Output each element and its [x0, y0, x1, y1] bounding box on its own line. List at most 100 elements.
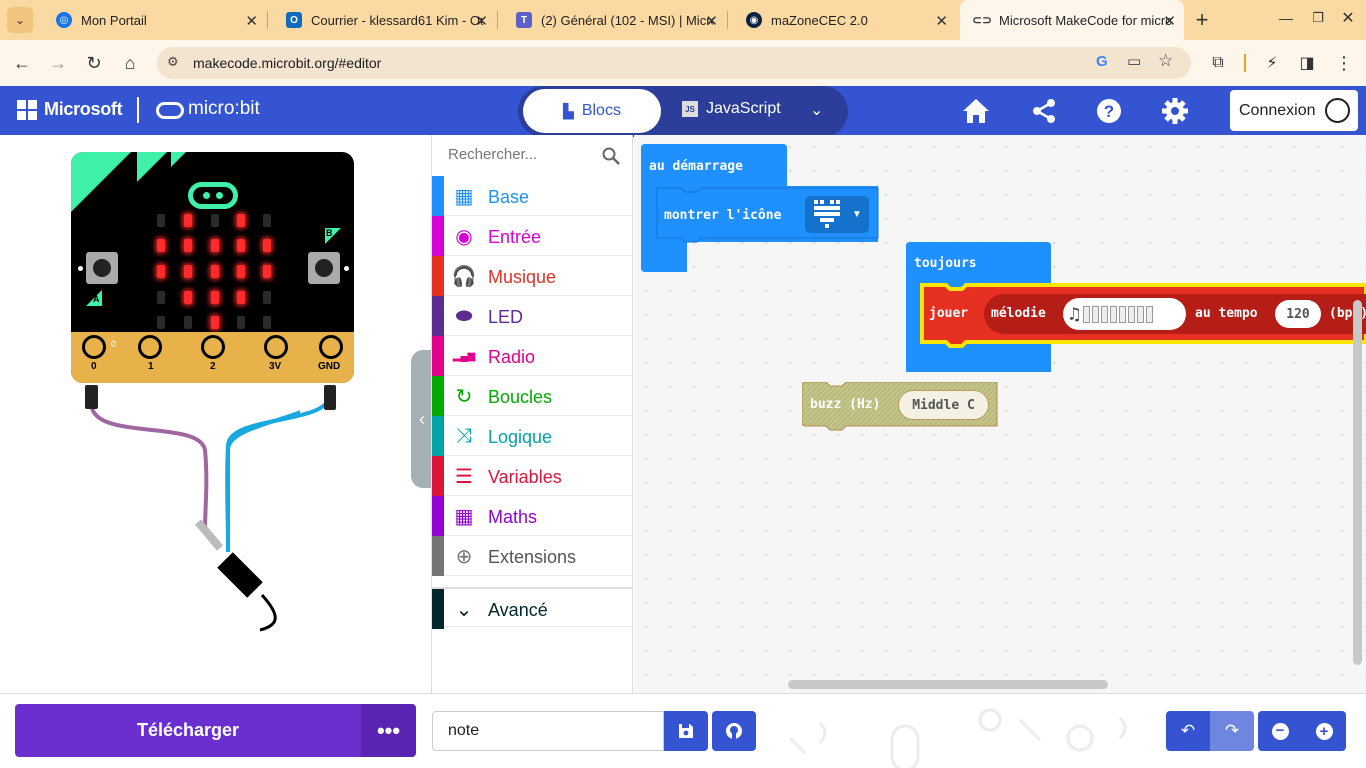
- browser-menu-icon[interactable]: ⋮: [1331, 50, 1357, 76]
- microsoft-logo-icon[interactable]: [17, 100, 37, 120]
- share-icon[interactable]: [1030, 97, 1058, 125]
- download-button[interactable]: Télécharger: [15, 704, 361, 757]
- led-1-4: [263, 239, 271, 252]
- toolbox-category-maths[interactable]: ▦ Maths: [432, 496, 632, 536]
- extension-puzzle-icon[interactable]: ⚡: [1259, 50, 1285, 76]
- blocks-workspace[interactable]: au démarrage montrer l'icône ▼ toujours …: [634, 135, 1366, 693]
- microbit-board[interactable]: A B 0 1 2 3V GND 0: [71, 152, 354, 383]
- product-name[interactable]: micro:bit: [188, 98, 260, 120]
- reload-icon[interactable]: ↻: [81, 50, 107, 76]
- close-tab-icon[interactable]: ✕: [935, 12, 948, 30]
- mode-dropdown-chevron-icon[interactable]: ⌄: [810, 100, 823, 120]
- url-text[interactable]: makecode.microbit.org/#editor: [193, 55, 381, 71]
- more-options-button[interactable]: •••: [361, 704, 416, 757]
- pin-2[interactable]: [201, 335, 225, 359]
- workspace-horizontal-scrollbar[interactable]: [788, 680, 1108, 689]
- brand-name[interactable]: Microsoft: [44, 99, 123, 120]
- help-icon[interactable]: ?: [1095, 97, 1123, 125]
- workspace-vertical-scrollbar[interactable]: [1353, 300, 1362, 665]
- javascript-mode-button[interactable]: JS JavaScript: [682, 100, 781, 118]
- zoom-out-button[interactable]: −: [1258, 711, 1302, 751]
- browser-tab[interactable]: O Courrier - klessard61 Kim - Ou ✕: [272, 0, 496, 40]
- led-4-1: [184, 316, 192, 329]
- home-button-icon[interactable]: [962, 97, 990, 125]
- undo-icon: ↶: [1180, 721, 1196, 740]
- window-close-icon[interactable]: ✕: [1335, 5, 1361, 31]
- mazone-icon: ◉: [746, 12, 762, 28]
- blocks-mode-button[interactable]: ▙ Blocs: [523, 89, 661, 133]
- plus-circle-icon: ⊕: [455, 545, 473, 568]
- home-icon[interactable]: ⌂: [117, 50, 143, 76]
- login-label: Connexion: [1239, 101, 1316, 119]
- close-tab-icon[interactable]: ✕: [475, 12, 488, 30]
- bookmark-star-icon[interactable]: ☆: [1158, 51, 1173, 71]
- pin-0[interactable]: [82, 335, 106, 359]
- pin-value-label: 0: [111, 339, 117, 349]
- toolbox-search-input[interactable]: Rechercher...: [448, 146, 537, 163]
- save-button[interactable]: [664, 711, 708, 751]
- heart-icon-picker[interactable]: [811, 198, 843, 230]
- loop-icon: ↻: [455, 385, 473, 408]
- browser-tab[interactable]: ◎ Mon Portail ✕: [42, 0, 266, 40]
- extensions-icon[interactable]: ⧉: [1205, 50, 1231, 76]
- browser-tab[interactable]: ◉ maZoneCEC 2.0 ✕: [732, 0, 956, 40]
- led-4-4: [263, 316, 271, 329]
- undo-button[interactable]: ↶: [1166, 711, 1210, 751]
- minimize-icon[interactable]: —: [1273, 5, 1299, 31]
- led-0-4: [263, 214, 271, 227]
- led-0-1: [184, 214, 192, 227]
- close-tab-icon[interactable]: ✕: [245, 12, 258, 30]
- button-b-label: B: [326, 228, 333, 238]
- browser-tab-active[interactable]: ⊂⊃ Microsoft MakeCode for micro ✕: [960, 0, 1184, 40]
- browser-tab[interactable]: T (2) Général (102 - MSI) | Micro ✕: [502, 0, 726, 40]
- github-button[interactable]: [712, 711, 756, 751]
- microbit-logo-icon: [156, 102, 184, 119]
- tab-search-button[interactable]: ⌄: [7, 7, 33, 33]
- zoom-in-button[interactable]: +: [1302, 711, 1346, 751]
- toolbox-category-extensions[interactable]: ⊕ Extensions: [432, 536, 632, 576]
- redo-icon: ↷: [1224, 721, 1240, 740]
- category-label: Base: [488, 187, 530, 207]
- dropdown-arrow-icon[interactable]: ▼: [852, 209, 862, 220]
- toolbox-category-radio[interactable]: ▂▄▆ Radio: [432, 336, 632, 376]
- buzz-note-field[interactable]: Middle C: [898, 390, 989, 420]
- settings-gear-icon[interactable]: [1161, 97, 1189, 125]
- lines-icon: ☰: [455, 465, 473, 488]
- close-tab-icon[interactable]: ✕: [705, 12, 718, 30]
- outlook-icon: O: [286, 12, 302, 28]
- login-button[interactable]: Connexion: [1230, 90, 1358, 131]
- collapse-simulator-button[interactable]: ‹: [411, 350, 433, 488]
- forward-icon[interactable]: →: [45, 50, 71, 76]
- search-icon[interactable]: [602, 147, 620, 165]
- install-app-icon[interactable]: ▭: [1127, 52, 1141, 70]
- board-corner-decoration: [71, 152, 186, 212]
- toolbox-category-boucles[interactable]: ↻ Boucles: [432, 376, 632, 416]
- melody-editor[interactable]: ♫: [1063, 298, 1186, 330]
- button-a[interactable]: [86, 252, 118, 284]
- restore-icon[interactable]: ❐: [1305, 5, 1331, 31]
- toolbox-category-base[interactable]: ▦ Base: [432, 176, 632, 216]
- led-4-2: [211, 316, 219, 329]
- redo-button[interactable]: ↷: [1210, 711, 1254, 751]
- site-info-icon[interactable]: ⚙: [167, 54, 179, 70]
- button-b[interactable]: [308, 252, 340, 284]
- toolbox-category-entrée[interactable]: ◉ Entrée: [432, 216, 632, 256]
- toolbox-category-led[interactable]: ⬬ LED: [432, 296, 632, 336]
- project-name-input[interactable]: note: [432, 711, 664, 751]
- category-color-bar: [432, 496, 444, 536]
- pin-3v[interactable]: [264, 335, 288, 359]
- toolbox-category-logique[interactable]: ⤨ Logique: [432, 416, 632, 456]
- pin-gnd[interactable]: [319, 335, 343, 359]
- side-panel-icon[interactable]: ◨: [1294, 50, 1320, 76]
- toolbox-category-variables[interactable]: ☰ Variables: [432, 456, 632, 496]
- toolbox-category-avancé[interactable]: ⌄ Avancé: [432, 587, 632, 629]
- new-tab-button[interactable]: +: [1189, 7, 1215, 33]
- address-bar[interactable]: ⚙ makecode.microbit.org/#editor G ▭ ☆: [157, 47, 1191, 79]
- close-tab-icon[interactable]: ✕: [1163, 12, 1176, 30]
- pin-1[interactable]: [138, 335, 162, 359]
- toolbox-category-musique[interactable]: 🎧 Musique: [432, 256, 632, 296]
- google-icon[interactable]: G: [1096, 53, 1108, 70]
- back-icon[interactable]: ←: [9, 50, 35, 76]
- tab-title: (2) Général (102 - MSI) | Micro: [541, 12, 713, 28]
- tempo-input[interactable]: 120: [1275, 300, 1321, 328]
